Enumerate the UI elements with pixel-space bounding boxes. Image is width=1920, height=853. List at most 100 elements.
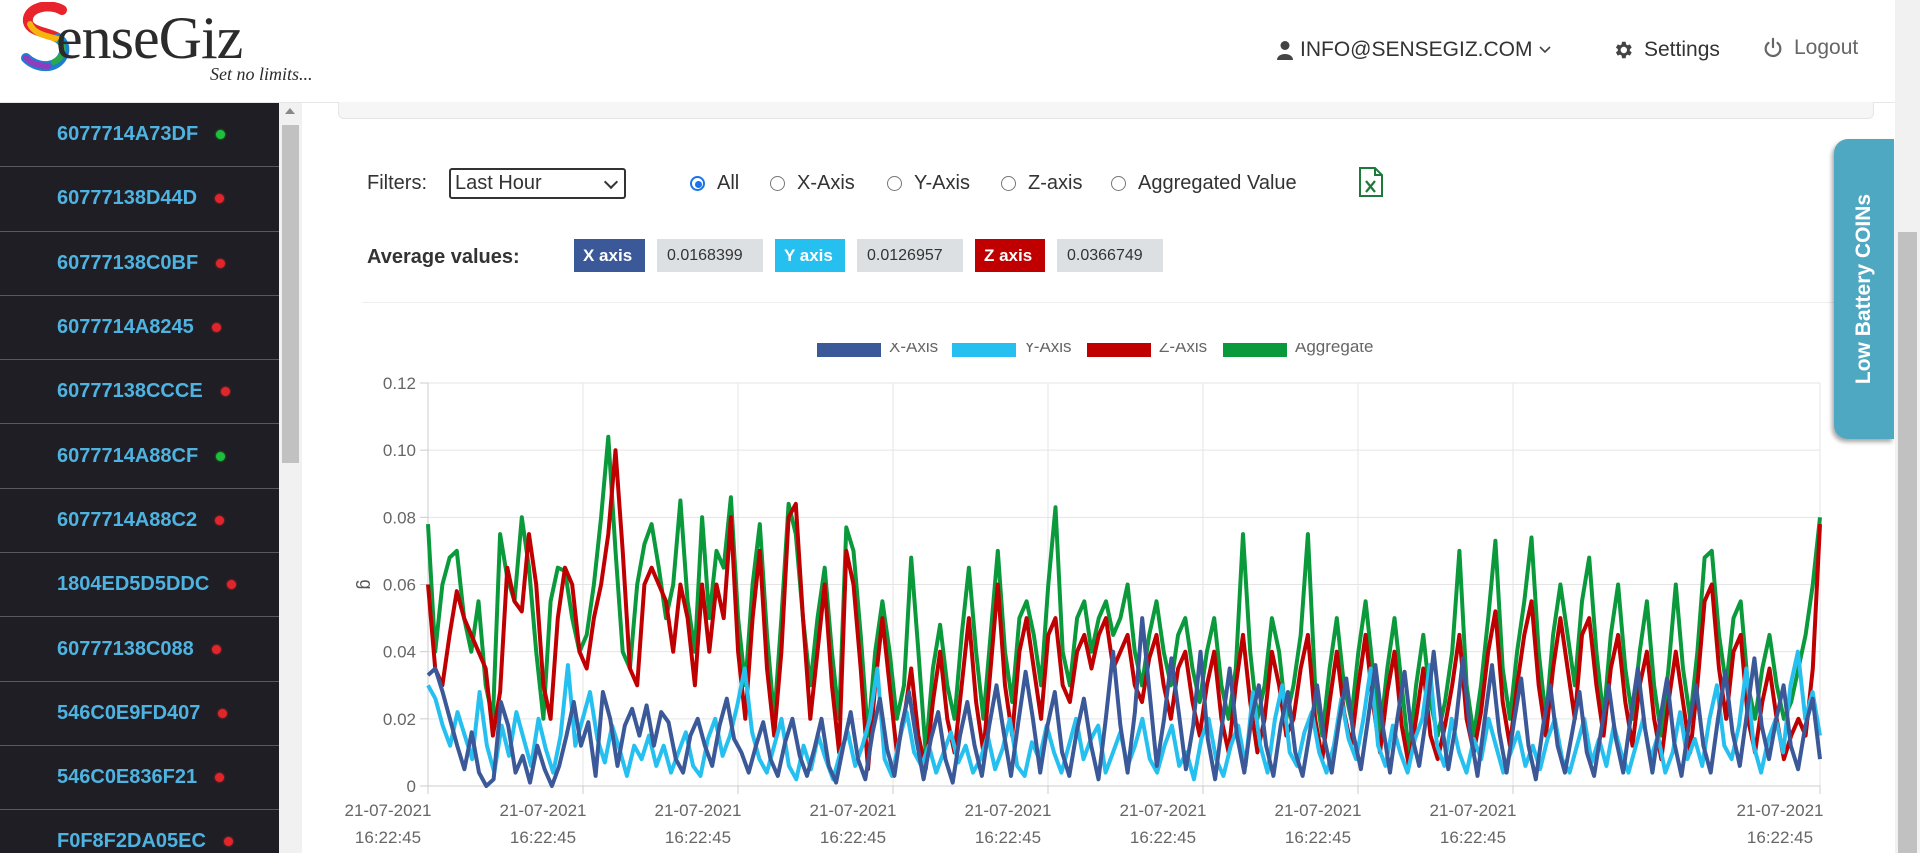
- sidebar-item-device[interactable]: 546C0E836F21: [0, 746, 279, 811]
- radio-circle[interactable]: [887, 176, 902, 191]
- settings-label: Settings: [1644, 38, 1720, 61]
- scroll-up-arrow[interactable]: [285, 108, 295, 114]
- chevron-down-icon: [603, 174, 619, 190]
- x-tick-date: 21-07-2021: [965, 801, 1052, 820]
- status-offline-dot: [211, 644, 221, 654]
- x-tick-time: 16:22:45: [975, 828, 1041, 847]
- sidebar-item-device[interactable]: 6077714A88CF: [0, 424, 279, 489]
- x-tick-date: 21-07-2021: [810, 801, 897, 820]
- radio-circle[interactable]: [770, 176, 785, 191]
- device-id-label: 60777138D44D: [57, 187, 198, 210]
- top-panel-edge: [338, 102, 1874, 119]
- power-icon: [1764, 37, 1782, 58]
- x-tick-date: 21-07-2021: [1430, 801, 1517, 820]
- page-scroll-thumb[interactable]: [1898, 232, 1917, 853]
- status-offline-dot: [215, 194, 225, 204]
- y-tick-label: 0.10: [383, 441, 416, 460]
- x-tick-time: 16:22:45: [820, 828, 886, 847]
- sidebar-item-device[interactable]: 1804ED5D5DDC: [0, 553, 279, 618]
- y-tick-label: 0.06: [383, 576, 416, 595]
- sidebar-item-device[interactable]: 60777138C088: [0, 617, 279, 682]
- low-battery-tab[interactable]: Low Battery COINs: [1834, 139, 1894, 439]
- status-offline-dot: [211, 323, 221, 333]
- x-axis-average: 0.0168399: [657, 239, 763, 272]
- chevron-down-icon: [1538, 46, 1551, 54]
- radio-z-axis[interactable]: Z-axis: [1001, 172, 1082, 195]
- x-axis-badge: X axis: [574, 239, 645, 272]
- top-header: enseGiz Set no limits... INFO@SENSEGIZ.C…: [0, 0, 1895, 103]
- device-id-label: 546C0E9FD407: [57, 701, 201, 724]
- sidebar-item-device[interactable]: F0F8F2DA05EC: [0, 810, 279, 853]
- radio-circle[interactable]: [1111, 176, 1126, 191]
- legend-swatch: [1223, 343, 1287, 357]
- y-axis-average: 0.0126957: [857, 239, 963, 272]
- time-range-select[interactable]: Last Hour: [449, 168, 626, 199]
- status-offline-dot: [215, 773, 225, 783]
- device-id-label: 6077714A8245: [57, 316, 194, 339]
- z-axis-badge: Z axis: [975, 239, 1045, 272]
- legend-label: X-Axis: [889, 343, 938, 356]
- legend-swatch: [1087, 343, 1151, 357]
- legend-swatch: [817, 343, 881, 357]
- settings-link[interactable]: Settings: [1612, 38, 1720, 62]
- gear-icon: [1615, 41, 1632, 59]
- logout-link[interactable]: Logout: [1762, 36, 1858, 60]
- radio-circle[interactable]: [1001, 176, 1016, 191]
- user-menu[interactable]: INFO@SENSEGIZ.COM: [1276, 38, 1551, 62]
- radio-label: X-Axis: [797, 172, 855, 194]
- status-offline-dot: [216, 258, 226, 268]
- device-id-label: 1804ED5D5DDC: [57, 573, 210, 596]
- device-id-label: 60777138CCCE: [57, 380, 203, 403]
- radio-x-axis[interactable]: X-Axis: [770, 172, 855, 195]
- status-online-dot: [216, 451, 226, 461]
- time-range-value: Last Hour: [455, 172, 542, 194]
- radio-label: All: [717, 172, 740, 194]
- sidebar-item-device[interactable]: 546C0E9FD407: [0, 682, 279, 746]
- radio-label: Z-axis: [1028, 172, 1083, 194]
- sidebar-item-device[interactable]: 6077714A73DF: [0, 103, 279, 168]
- x-tick-time: 16:22:45: [1747, 828, 1813, 847]
- status-offline-dot: [223, 837, 233, 847]
- sidebar-scroll-thumb[interactable]: [282, 125, 299, 463]
- logout-label: Logout: [1794, 36, 1859, 59]
- sidebar-item-device[interactable]: 60777138C0BF: [0, 232, 279, 296]
- sidebar-scrollbar[interactable]: [279, 103, 302, 853]
- logo-wordmark: enseGiz: [56, 5, 243, 71]
- page-scrollbar[interactable]: [1895, 0, 1920, 853]
- x-tick-date: 21-07-2021: [500, 801, 587, 820]
- device-id-label: 60777138C0BF: [57, 251, 199, 274]
- status-offline-dot: [220, 387, 230, 397]
- x-tick-date: 21-07-2021: [1120, 801, 1207, 820]
- section-divider: [362, 302, 1862, 303]
- z-axis-average: 0.0366749: [1057, 239, 1163, 272]
- sensegiz-logo[interactable]: enseGiz Set no limits...: [18, 2, 318, 90]
- y-tick-label: 0.02: [383, 710, 416, 729]
- radio-all[interactable]: All: [690, 172, 739, 195]
- x-tick-time: 16:22:45: [1440, 828, 1506, 847]
- sidebar-item-device[interactable]: 6077714A88C2: [0, 489, 279, 554]
- radio-label: Y-Axis: [914, 172, 970, 194]
- filters-label: Filters:: [367, 172, 427, 194]
- status-offline-dot: [227, 580, 237, 590]
- y-axis-badge: Y axis: [775, 239, 845, 272]
- user-email: INFO@SENSEGIZ.COM: [1300, 38, 1533, 61]
- sidebar-item-device[interactable]: 60777138CCCE: [0, 360, 279, 425]
- y-tick-label: 0.12: [383, 374, 416, 393]
- x-tick-time: 16:22:45: [510, 828, 576, 847]
- average-values-label: Average values:: [367, 246, 520, 268]
- device-id-label: 6077714A88CF: [57, 444, 199, 467]
- legend-label: Y-Axis: [1024, 343, 1072, 356]
- low-battery-label: Low Battery COINs: [1852, 193, 1875, 385]
- radio-circle-checked[interactable]: [690, 176, 705, 191]
- x-tick-date: 21-07-2021: [655, 801, 742, 820]
- sidebar-item-device[interactable]: 60777138D44D: [0, 167, 279, 232]
- y-tick-label: 0.08: [383, 508, 416, 527]
- radio-aggregated[interactable]: Aggregated Value: [1111, 172, 1297, 195]
- device-id-label: 546C0E836F21: [57, 766, 198, 789]
- radio-y-axis[interactable]: Y-Axis: [887, 172, 970, 195]
- device-sidebar: 6077714A73DF 60777138D44D 60777138C0BF 6077…: [0, 103, 279, 853]
- sidebar-item-device[interactable]: 6077714A8245: [0, 296, 279, 361]
- legend-label: Aggregate: [1295, 343, 1373, 356]
- excel-file-icon[interactable]: [1358, 167, 1384, 197]
- acceleration-chart: 0 0.02 0.04 0.06 0.08 0.10 0.12 21-07-2021 16:22…: [345, 343, 1823, 847]
